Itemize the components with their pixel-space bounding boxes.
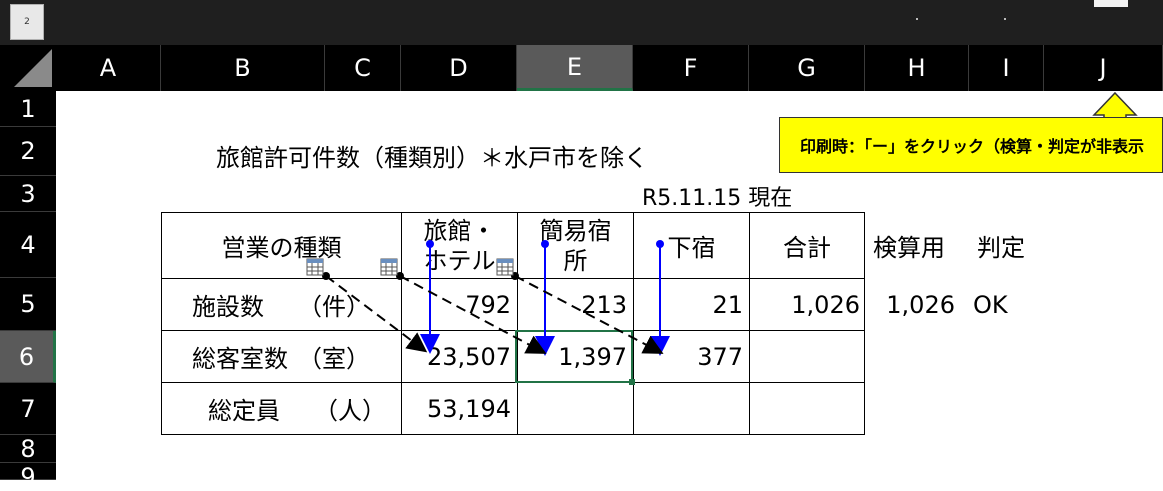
row5-label: 施設数	[192, 293, 264, 321]
row-header-5[interactable]: 5	[0, 278, 56, 331]
column-header-a[interactable]: A	[56, 45, 161, 91]
row6-label-cell[interactable]: 総客室数 （室）	[161, 330, 402, 383]
toolbar-box[interactable]	[1094, 0, 1128, 7]
row-header-8[interactable]: 8	[0, 435, 56, 463]
header-total-label: 合計	[783, 234, 831, 262]
header-judge-label: 判定	[977, 234, 1025, 262]
column-header-d[interactable]: D	[401, 45, 517, 91]
row5-check-cell[interactable]: 1,026	[865, 278, 969, 331]
print-hint-callout[interactable]: 印刷時：「ー」をクリック（検算・判定が非表示	[779, 117, 1163, 173]
row-header-6[interactable]: 6	[0, 331, 56, 383]
row5-kani-value: 213	[581, 290, 627, 319]
row7-geshuku-cell[interactable]	[633, 382, 750, 435]
row6-ryokan-value: 23,507	[427, 342, 511, 371]
callout-text: 印刷時：「ー」をクリック（検算・判定が非表示	[800, 137, 1145, 156]
row7-kani-cell[interactable]	[517, 382, 634, 435]
table-icon	[496, 258, 514, 276]
sheet-title: 旅館許可件数（種類別）＊水戸市を除く	[216, 144, 648, 172]
column-header-j[interactable]: J	[1044, 45, 1163, 91]
row5-geshuku-value: 21	[712, 290, 743, 319]
column-header-g[interactable]: G	[749, 45, 865, 91]
header-type-cell[interactable]: 営業の種類	[161, 212, 402, 279]
top-toolbar	[0, 0, 1163, 45]
as-of-date: R5.11.15 現在	[642, 186, 793, 211]
header-judge-cell[interactable]: 判定	[977, 212, 1047, 279]
column-header-c[interactable]: C	[325, 45, 401, 91]
table-icon	[306, 258, 324, 276]
row6-label: 総客室数	[192, 345, 288, 373]
column-header-i[interactable]: I	[969, 45, 1044, 91]
fill-handle[interactable]	[629, 379, 635, 385]
row5-label-cell[interactable]: 施設数 （件）	[161, 278, 402, 331]
column-header-e[interactable]: E	[517, 45, 633, 91]
row-header-3[interactable]: 3	[0, 176, 56, 212]
row7-unit: （人）	[314, 397, 386, 425]
row7-label-cell[interactable]: 総定員 （人）	[161, 382, 402, 435]
row-level-button[interactable]: 2	[10, 4, 44, 40]
header-kani-cell[interactable]: 簡易宿 所	[517, 212, 634, 279]
row5-ryokan-value: 792	[465, 290, 511, 319]
table-icon	[380, 258, 398, 276]
column-header-h[interactable]: H	[865, 45, 969, 91]
row-header-2[interactable]: 2	[0, 127, 56, 176]
row5-ryokan-cell[interactable]: 792	[401, 278, 518, 331]
header-check-label: 検算用	[873, 234, 945, 262]
select-all-corner[interactable]	[0, 45, 56, 91]
column-header-b[interactable]: B	[161, 45, 325, 91]
header-geshuku-label: 下宿	[667, 234, 716, 262]
row5-unit: （件）	[298, 293, 370, 321]
row7-total-cell[interactable]	[749, 382, 865, 435]
row-header-9[interactable]: 9	[0, 463, 56, 491]
row-header-7[interactable]: 7	[0, 383, 56, 435]
header-ryokan-label: 旅館・ ホテル	[423, 216, 496, 275]
row6-ryokan-cell[interactable]: 23,507	[401, 330, 518, 383]
row7-label: 総定員	[208, 397, 280, 425]
row-header-4[interactable]: 4	[0, 212, 56, 278]
row-header-1[interactable]: 1	[0, 91, 56, 127]
row5-geshuku-cell[interactable]: 21	[633, 278, 750, 331]
row6-geshuku-cell[interactable]: 377	[633, 330, 750, 383]
row5-total-cell[interactable]: 1,026	[749, 278, 865, 331]
row5-check-value: 1,026	[886, 290, 955, 319]
header-check-cell[interactable]: 検算用	[873, 212, 973, 279]
row6-unit: （室）	[298, 345, 370, 373]
active-cell-selection	[515, 330, 633, 383]
row6-geshuku-value: 377	[697, 342, 743, 371]
header-geshuku-cell[interactable]: 下宿	[633, 212, 750, 279]
row7-ryokan-cell[interactable]: 53,194	[401, 382, 518, 435]
toolbar-dot	[916, 18, 918, 20]
row7-ryokan-value: 53,194	[427, 394, 511, 423]
column-header-f[interactable]: F	[633, 45, 749, 91]
header-kani-label: 簡易宿 所	[539, 216, 612, 275]
row5-judge-cell[interactable]: OK	[973, 278, 1043, 331]
row5-judge-value: OK	[973, 290, 1008, 319]
header-total-cell[interactable]: 合計	[749, 212, 865, 279]
row6-total-cell[interactable]	[749, 330, 865, 383]
row5-total-value: 1,026	[791, 290, 860, 319]
row5-kani-cell[interactable]: 213	[517, 278, 634, 331]
toolbar-dot	[1004, 18, 1006, 20]
